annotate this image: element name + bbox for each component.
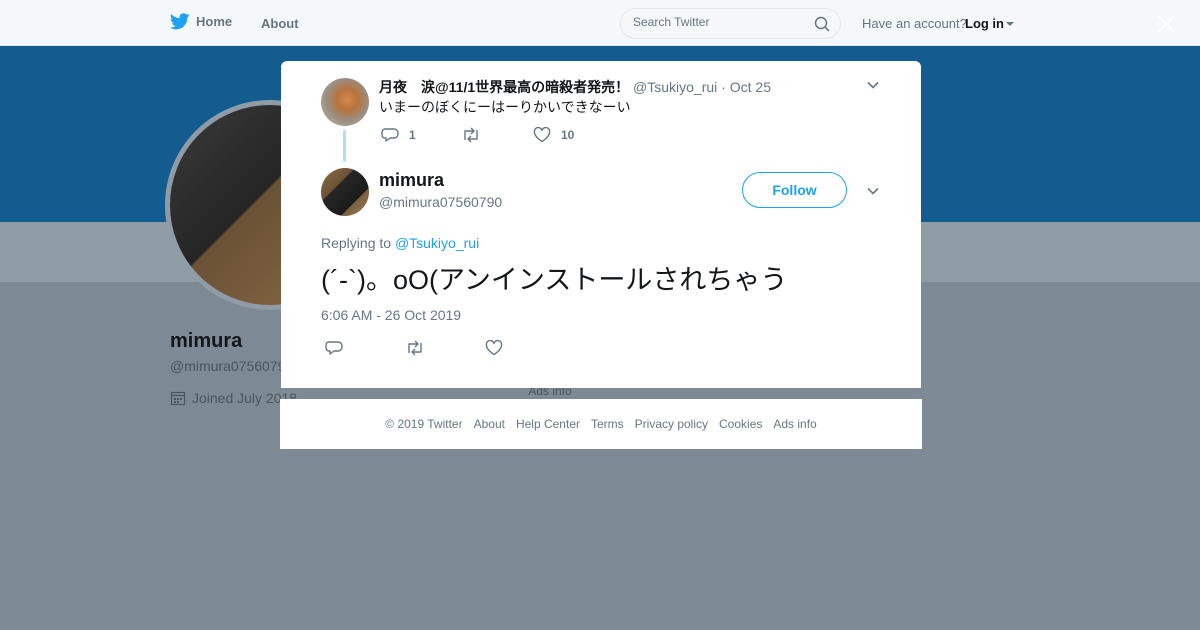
replying-to-prefix: Replying to	[321, 235, 392, 251]
parent-tweet-author-handle[interactable]: @Tsukiyo_rui	[633, 79, 717, 95]
main-tweet-avatar[interactable]	[321, 168, 369, 216]
chevron-down-icon[interactable]	[866, 184, 880, 198]
footer-link-help-center[interactable]: Help Center	[516, 417, 580, 431]
replying-to-link[interactable]: @Tsukiyo_rui	[395, 235, 479, 251]
close-icon[interactable]	[1155, 13, 1177, 35]
parent-reply-button[interactable]: 1	[381, 127, 461, 143]
nav-home[interactable]: Home	[170, 13, 232, 30]
parent-tweet-avatar[interactable]	[321, 78, 369, 126]
thread-connector	[343, 130, 346, 162]
reply-icon	[325, 341, 343, 355]
parent-tweet-text: いまーのぼくにーはーりかいできなーい	[379, 99, 631, 115]
have-account-text: Have an account?	[862, 16, 967, 31]
footer-link-about[interactable]: About	[474, 417, 505, 431]
profile-joined: Joined July 2018	[170, 390, 297, 406]
login-button[interactable]: Log in	[965, 16, 1014, 31]
profile-name: mimura	[170, 330, 243, 352]
footer-link-cookies[interactable]: Cookies	[719, 417, 762, 431]
main-tweet-timestamp[interactable]: 6:06 AM - 26 Oct 2019	[321, 307, 461, 323]
heart-icon	[533, 127, 551, 143]
heart-icon	[485, 339, 503, 356]
search-icon[interactable]	[814, 16, 830, 32]
retweet-icon	[408, 340, 422, 356]
footer-copyright: © 2019 Twitter	[385, 417, 463, 431]
separator-dot: ·	[721, 79, 726, 95]
parent-retweet-button[interactable]	[461, 127, 533, 143]
main-reply-button[interactable]	[325, 340, 405, 361]
footer-link-ads-info[interactable]: Ads info	[773, 417, 816, 431]
footer-link-terms[interactable]: Terms	[591, 417, 624, 431]
follow-button[interactable]: Follow	[742, 172, 847, 208]
modal-footer: © 2019 Twitter About Help Center Terms P…	[280, 399, 922, 449]
parent-tweet-date[interactable]: Oct 25	[730, 79, 771, 95]
main-retweet-button[interactable]	[405, 340, 485, 361]
parent-reply-count: 1	[409, 128, 416, 142]
parent-like-count: 10	[561, 128, 575, 142]
login-label: Log in	[965, 16, 1004, 31]
parent-tweet-actions: 1 10	[381, 127, 574, 143]
main-like-button[interactable]	[485, 339, 503, 361]
chevron-down-icon[interactable]	[866, 78, 880, 92]
search-box	[620, 8, 841, 39]
parent-like-button[interactable]: 10	[533, 127, 574, 143]
main-tweet-actions	[325, 339, 503, 361]
reply-icon	[381, 128, 399, 142]
retweet-icon	[464, 127, 478, 143]
parent-tweet-author-name[interactable]: 月夜 涙@11/1世界最高の暗殺者発売！	[379, 79, 629, 95]
calendar-icon	[170, 391, 186, 406]
main-tweet-author-handle[interactable]: @mimura07560790	[379, 194, 502, 210]
caret-down-icon	[1006, 21, 1014, 26]
twitter-bird-icon	[170, 13, 190, 30]
main-tweet-text: (´-`)。oO(アンインストールされちゃう	[321, 265, 788, 295]
top-navigation-bar: Home About Have an account? Log in	[0, 0, 1200, 46]
replying-to: Replying to @Tsukiyo_rui	[321, 235, 479, 251]
footer-link-privacy[interactable]: Privacy policy	[635, 417, 708, 431]
search-input[interactable]	[633, 15, 813, 29]
tweet-modal: 月夜 涙@11/1世界最高の暗殺者発売！ @Tsukiyo_rui · Oct …	[281, 61, 921, 388]
parent-tweet-header: 月夜 涙@11/1世界最高の暗殺者発売！ @Tsukiyo_rui · Oct …	[379, 77, 771, 97]
profile-handle: @mimura07560790	[170, 358, 285, 374]
nav-about[interactable]: About	[261, 16, 299, 31]
main-tweet-author-name[interactable]: mimura	[379, 170, 444, 191]
nav-home-label: Home	[196, 14, 233, 29]
